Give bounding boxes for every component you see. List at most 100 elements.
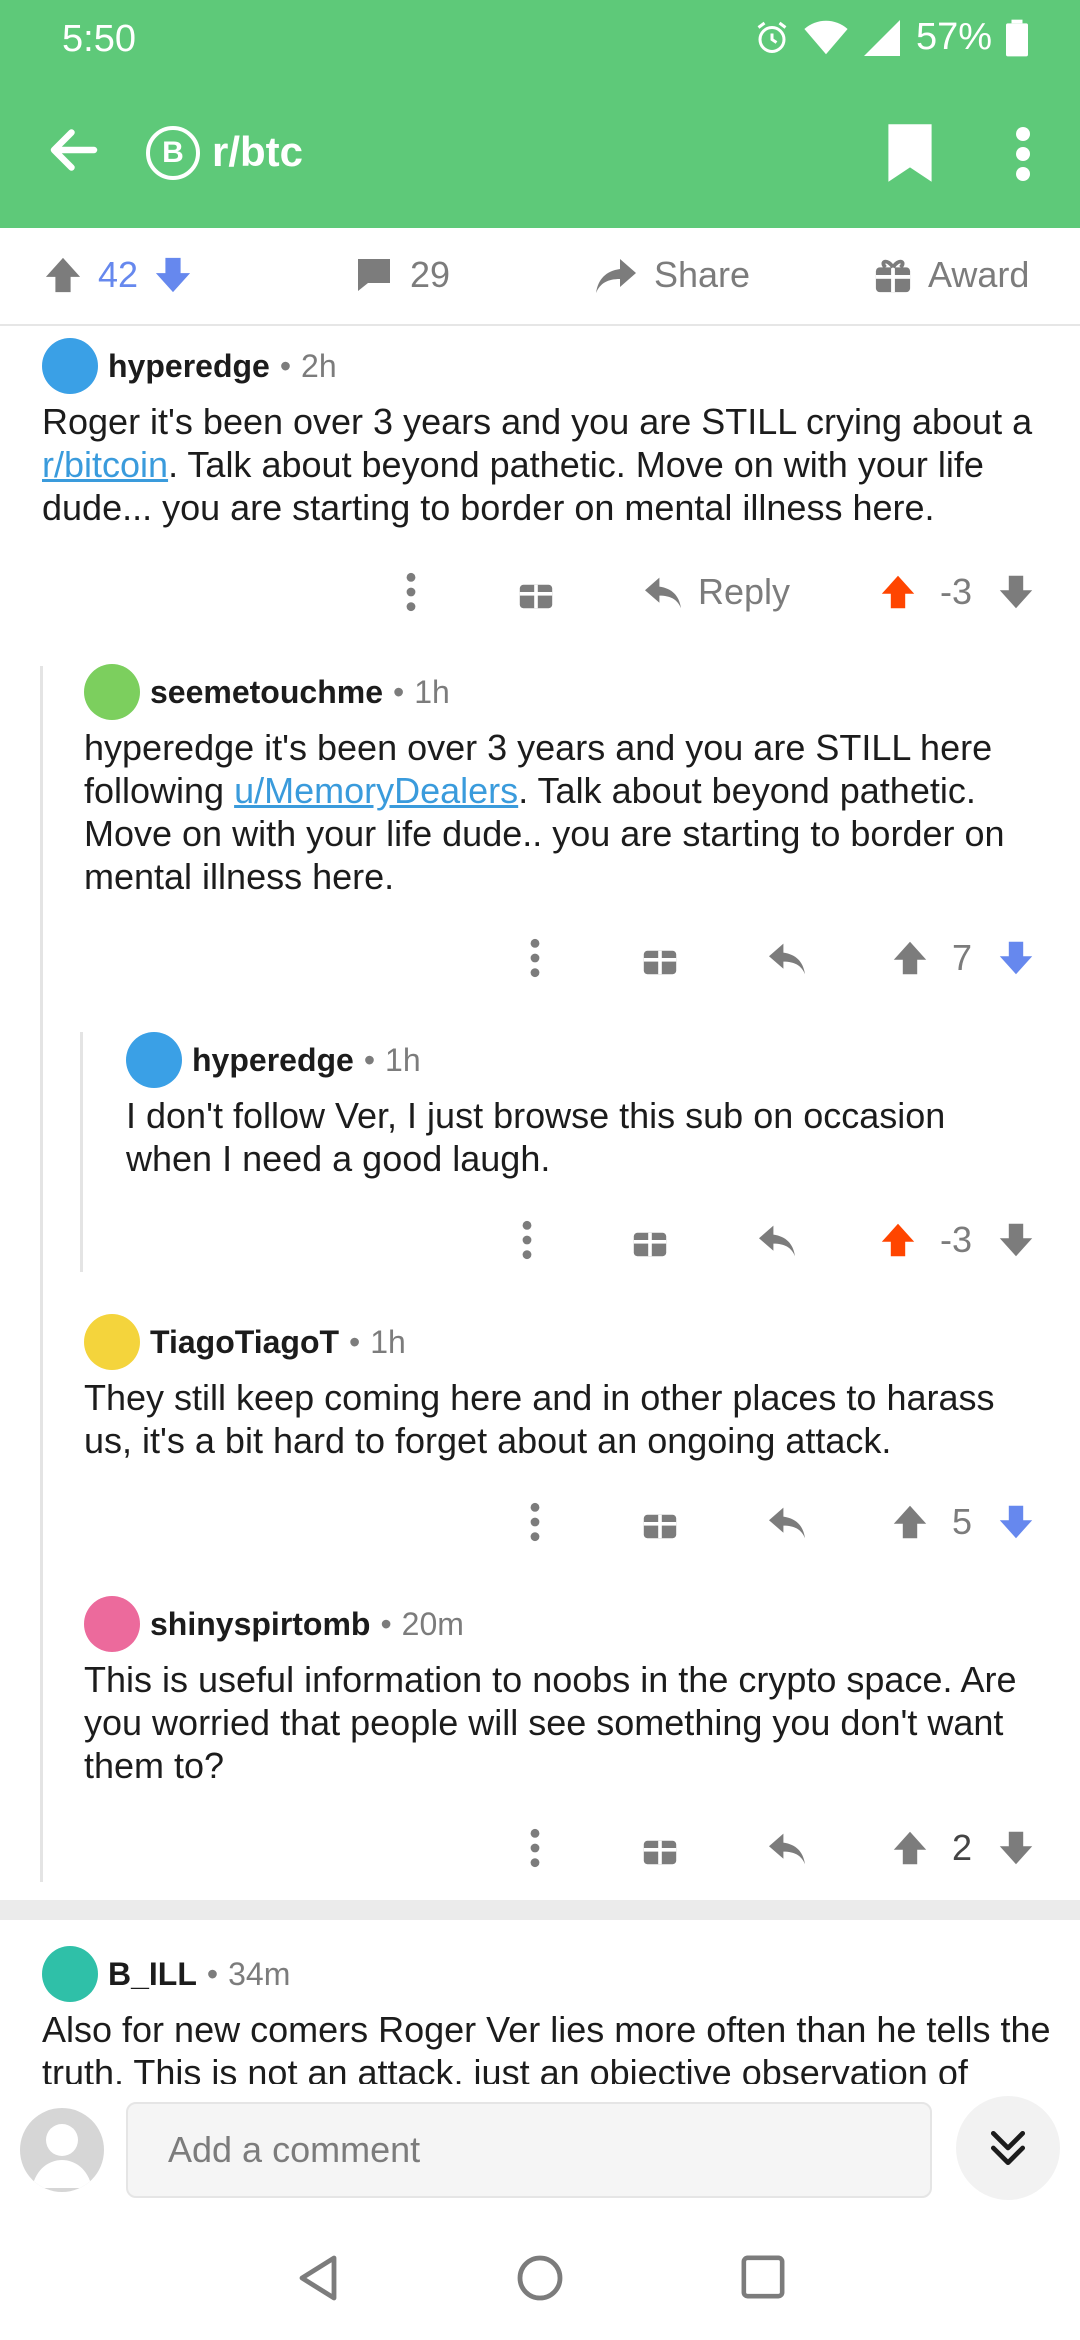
post-action-bar: 42 29 Share Award — [0, 228, 1080, 326]
avatar[interactable] — [126, 1032, 182, 1088]
downvote-icon[interactable] — [998, 562, 1034, 622]
reply-button[interactable]: Reply — [642, 562, 790, 622]
reply-icon[interactable] — [756, 1210, 798, 1270]
status-bar: 5:50 57% — [0, 0, 1080, 80]
subreddit-icon[interactable]: B — [146, 126, 200, 180]
nav-back-icon[interactable] — [296, 2254, 340, 2302]
wifi-icon — [804, 20, 848, 54]
share-icon — [596, 259, 636, 293]
downvote-icon[interactable] — [998, 1210, 1034, 1270]
comment-actions: 2 — [0, 1818, 1080, 1878]
upvote-icon[interactable] — [880, 562, 916, 622]
meta-separator: • — [206, 1955, 219, 1992]
comment-text: Roger it's been over 3 years and you are… — [42, 401, 1033, 442]
comment-divider — [0, 1900, 1080, 1920]
comment-more-icon[interactable] — [520, 928, 550, 988]
comment-body: They still keep coming here and in other… — [84, 1377, 995, 1461]
share-label: Share — [654, 254, 751, 295]
system-nav-bar — [0, 2214, 1080, 2340]
gift-icon[interactable] — [518, 562, 554, 622]
comment-age: 20m — [401, 1605, 464, 1642]
comment: B_ILL • 34m Also for new comers Roger Ve… — [0, 1920, 1080, 2084]
comment-header: seemetouchme • 1h — [84, 664, 450, 720]
subreddit-link[interactable]: r/bitcoin — [42, 444, 168, 485]
comment-actions: -3 — [0, 1210, 1080, 1270]
meta-separator: • — [279, 347, 292, 384]
comment-actions: 5 — [0, 1492, 1080, 1552]
battery-icon — [1006, 19, 1028, 56]
nav-home-icon[interactable] — [516, 2254, 564, 2302]
upvote-icon[interactable] — [892, 1818, 928, 1878]
meta-separator: • — [363, 1041, 376, 1078]
thread-line[interactable] — [40, 666, 43, 1882]
downvote-icon[interactable] — [998, 928, 1034, 988]
comment-body: Also for new comers Roger Ver lies more … — [42, 2009, 1051, 2084]
share-button[interactable]: Share — [594, 254, 750, 296]
award-label: Award — [928, 254, 1030, 295]
gift-icon[interactable] — [642, 928, 678, 988]
comment-age: 1h — [370, 1323, 406, 1360]
back-arrow-icon[interactable] — [44, 120, 104, 180]
upvote-icon[interactable] — [880, 1210, 916, 1270]
alarm-icon — [757, 21, 787, 53]
status-icons: 57% — [754, 16, 1028, 59]
award-button[interactable]: Award — [874, 254, 1029, 296]
meta-separator: • — [349, 1323, 361, 1360]
comment-more-icon[interactable] — [520, 1818, 550, 1878]
comment-header: TiagoTiagoT • 1h — [84, 1314, 406, 1370]
comment-age: 2h — [301, 347, 337, 384]
comment-username[interactable]: TiagoTiagoT — [150, 1324, 339, 1361]
reply-icon[interactable] — [766, 1818, 808, 1878]
gift-icon[interactable] — [642, 1492, 678, 1552]
reply-icon — [645, 577, 681, 609]
avatar[interactable] — [42, 1946, 98, 2002]
comment-more-icon[interactable] — [520, 1492, 550, 1552]
collapse-button[interactable] — [956, 2096, 1060, 2200]
comment-username[interactable]: hyperedge — [108, 348, 270, 385]
user-avatar[interactable] — [20, 2108, 104, 2192]
comment-input[interactable]: Add a comment — [126, 2102, 932, 2198]
comment-header: B_ILL • 34m — [42, 1946, 290, 2002]
gift-icon[interactable] — [642, 1818, 678, 1878]
reply-icon[interactable] — [766, 928, 808, 988]
nav-recents-icon[interactable] — [740, 2254, 786, 2300]
comment-bubble-icon — [358, 259, 390, 291]
comment-username[interactable]: seemetouchme — [150, 674, 383, 711]
comment-username[interactable]: hyperedge — [192, 1042, 354, 1079]
comment-actions: Reply -3 — [0, 562, 1080, 622]
downvote-icon[interactable] — [998, 1818, 1034, 1878]
reply-icon[interactable] — [766, 1492, 808, 1552]
gift-icon — [875, 259, 911, 293]
comment-username[interactable]: B_ILL — [108, 1956, 197, 1993]
battery-percent: 57% — [915, 16, 992, 58]
signal-icon — [863, 19, 900, 56]
avatar[interactable] — [84, 1314, 140, 1370]
comment-score: 2 — [952, 1827, 973, 1868]
app-header: 5:50 57% B r/btc — [0, 0, 1080, 228]
avatar[interactable] — [84, 664, 140, 720]
comments-count[interactable]: 29 — [354, 254, 450, 296]
subreddit-name[interactable]: r/btc — [212, 128, 303, 176]
status-time: 5:50 — [62, 18, 136, 60]
comment-score: 5 — [952, 1501, 973, 1542]
upvote-icon[interactable] — [892, 1492, 928, 1552]
comments-count-value: 29 — [410, 254, 451, 295]
gift-icon[interactable] — [632, 1210, 668, 1270]
downvote-icon[interactable] — [998, 1492, 1034, 1552]
comment-actions: 7 — [0, 928, 1080, 988]
comment-more-icon[interactable] — [396, 562, 426, 622]
meta-separator: • — [392, 673, 405, 710]
more-options-icon[interactable] — [1008, 124, 1038, 184]
comment-username[interactable]: shinyspirtomb — [150, 1606, 370, 1643]
user-link[interactable]: u/MemoryDealers — [234, 770, 518, 811]
comment-more-icon[interactable] — [512, 1210, 542, 1270]
upvote-icon[interactable] — [892, 928, 928, 988]
avatar[interactable] — [42, 338, 98, 394]
avatar[interactable] — [84, 1596, 140, 1652]
comment-input-placeholder: Add a comment — [168, 2129, 421, 2170]
comment-header: shinyspirtomb • 20m — [84, 1596, 464, 1652]
bookmark-icon[interactable] — [886, 124, 934, 182]
upvote-icon[interactable] — [44, 255, 82, 295]
comment-composer: Add a comment — [0, 2084, 1080, 2214]
downvote-icon[interactable] — [154, 255, 192, 295]
